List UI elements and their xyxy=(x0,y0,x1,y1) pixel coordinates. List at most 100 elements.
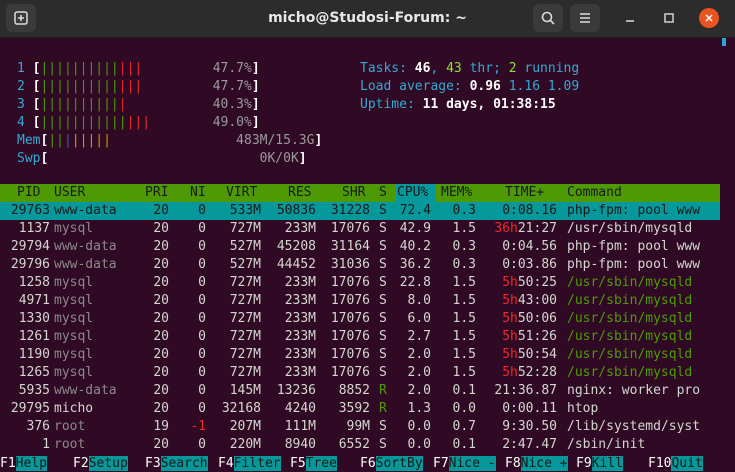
cell-virt: 727M xyxy=(229,221,261,236)
cell-virt: 727M xyxy=(229,275,261,290)
htop-view[interactable]: 1 [||||||||||||| 47.7%] 2 [|||||||||||||… xyxy=(0,38,735,472)
cell-ni: 0 xyxy=(198,239,206,254)
table-row[interactable]: 5935 www-data 20 0 145M 13236 8852 R 2.0 0.1 21:36… xyxy=(0,382,720,400)
cell-cpu: 36.2 xyxy=(399,257,431,272)
cell-mem: 1.5 xyxy=(452,365,476,380)
cell-ni: 0 xyxy=(198,365,206,380)
table-row[interactable]: 1190 mysql 20 0 727M 233M 17076 S 2.0 1.5 5h50:54 /… xyxy=(0,346,720,364)
maximize-button[interactable] xyxy=(659,8,679,28)
cell-res: 45208 xyxy=(276,239,316,254)
table-row[interactable]: 376 root 19 -1 207M 111M 99M S 0.0 0.7 9:30.50/lib… xyxy=(0,418,720,436)
cell-pid: 1261 xyxy=(18,329,50,344)
cell-user: www-data xyxy=(54,239,117,254)
table-row[interactable]: 1265 mysql 20 0 727M 233M 17076 S 2.0 1.5 5h52:28 /… xyxy=(0,364,720,382)
fkey-f6[interactable]: F6SortBy xyxy=(360,455,423,472)
cell-cpu: 6.0 xyxy=(407,311,431,326)
cell-time: 36h21:27 xyxy=(494,220,557,238)
cell-virt: 527M xyxy=(229,257,261,272)
table-row[interactable]: 29796 www-data 20 0 527M 44452 31036 S 36.2 0.3 0:… xyxy=(0,256,720,274)
cell-time: 5h50:54 xyxy=(502,346,557,364)
cell-pid: 1330 xyxy=(18,311,50,326)
cell-virt: 533M xyxy=(229,203,261,218)
cell-time: 2:47.47 xyxy=(502,437,557,452)
cell-ni: 0 xyxy=(198,293,206,308)
cell-mem: 0.0 xyxy=(452,401,476,416)
cell-s: S xyxy=(379,437,387,452)
cell-ni: 0 xyxy=(198,275,206,290)
new-tab-icon xyxy=(14,11,28,25)
col-res[interactable]: RES xyxy=(288,184,311,202)
fkey-f5[interactable]: F5Tree xyxy=(290,455,337,472)
col-time[interactable]: TIME+ xyxy=(505,184,544,202)
table-row[interactable]: 29763 www-data 20 0 533M 50836 31228 S 72.4 0.3 0:… xyxy=(0,202,720,220)
table-row[interactable]: 4971 mysql 20 0 727M 233M 17076 S 8.0 1.5 5h43:00 /… xyxy=(0,292,720,310)
cell-res: 4240 xyxy=(284,401,316,416)
col-pid[interactable]: PID xyxy=(17,184,40,202)
cell-time-rest: 43:00 xyxy=(517,293,557,308)
terminal-window: micho@Studosi-Forum: ~ 1 [||||||||||||| … xyxy=(0,0,735,472)
table-row[interactable]: 1261 mysql 20 0 727M 233M 17076 S 2.7 1.5 5h51:26 /… xyxy=(0,328,720,346)
cell-time-hours: 5h xyxy=(502,293,518,308)
fkey-f8[interactable]: F8Nice + xyxy=(505,455,568,472)
fkey-f10[interactable]: F10Quit xyxy=(648,455,703,472)
fkey-f9[interactable]: F9Kill xyxy=(576,455,623,472)
cell-user: mysql xyxy=(54,293,94,308)
menu-button[interactable] xyxy=(570,4,600,32)
new-tab-button[interactable] xyxy=(6,4,36,32)
table-row[interactable]: 29795 micho 20 0 32168 4240 3592 R 1.3 0.0 0:00.11… xyxy=(0,400,720,418)
table-row[interactable]: 1 root 20 0 220M 8940 6552 S 0.0 0.1 2:47.47/sbin/… xyxy=(0,436,720,454)
cell-s: S xyxy=(379,419,387,434)
cell-cpu: 40.2 xyxy=(399,239,431,254)
cell-shr: 17076 xyxy=(330,311,370,326)
cell-user: mysql xyxy=(54,275,94,290)
cell-time: 5h51:26 xyxy=(502,328,557,346)
cell-time: 9:30.50 xyxy=(502,419,557,434)
cell-pid: 1258 xyxy=(18,275,50,290)
col-user[interactable]: USER xyxy=(54,184,85,202)
cell-ni: 0 xyxy=(198,401,206,416)
cell-cmd: /lib/systemd/syst xyxy=(567,419,701,434)
cell-s: S xyxy=(379,365,387,380)
maximize-icon xyxy=(664,13,674,23)
cell-pri: 20 xyxy=(153,239,169,254)
close-button[interactable] xyxy=(699,8,719,28)
cell-virt: 727M xyxy=(229,329,261,344)
col-virt[interactable]: VIRT xyxy=(226,184,257,202)
fkey-f1[interactable]: F1Help xyxy=(0,455,47,472)
fkey-f7[interactable]: F7Nice - xyxy=(433,455,496,472)
table-row[interactable]: 1137 mysql 20 0 727M 233M 17076 S 42.9 1.5 36h21:2… xyxy=(0,220,720,238)
cell-shr: 8852 xyxy=(338,383,370,398)
col-pri[interactable]: PRI xyxy=(145,184,168,202)
fkey-f2[interactable]: F2Setup xyxy=(73,455,128,472)
cell-res: 13236 xyxy=(276,383,316,398)
fkey-f4[interactable]: F4Filter xyxy=(218,455,281,472)
minimize-button[interactable] xyxy=(620,8,640,28)
col-state[interactable]: S xyxy=(379,184,387,202)
fkey-label: Search xyxy=(160,456,208,471)
swp-meter: Swp[ 0K/0K] xyxy=(17,151,307,166)
fkey-label: Setup xyxy=(88,456,128,471)
cell-s: S xyxy=(379,221,387,236)
search-button[interactable] xyxy=(533,4,563,32)
cell-s: S xyxy=(379,275,387,290)
fkey-f3[interactable]: F3Search xyxy=(145,455,208,472)
cell-cmd: /usr/sbin/mysqld xyxy=(567,365,693,380)
cell-virt: 220M xyxy=(229,437,261,452)
cell-mem: 1.5 xyxy=(452,275,476,290)
cell-cmd: nginx: worker pro xyxy=(567,383,701,398)
cell-time-rest: 50:06 xyxy=(517,311,557,326)
table-row[interactable]: 29794 www-data 20 0 527M 45208 31164 S 40.2 0.3 0:… xyxy=(0,238,720,256)
table-row[interactable]: 1258 mysql 20 0 727M 233M 17076 S 22.8 1.5 5h50:25… xyxy=(0,274,720,292)
col-ni[interactable]: NI xyxy=(190,184,206,202)
col-mem[interactable]: MEM% xyxy=(441,184,472,202)
cell-cmd: /usr/sbin/mysqld xyxy=(567,221,693,236)
cell-user: www-data xyxy=(54,203,117,218)
col-shr[interactable]: SHR xyxy=(342,184,365,202)
table-row[interactable]: 1330 mysql 20 0 727M 233M 17076 S 6.0 1.5 5h50:06 /… xyxy=(0,310,720,328)
cell-cpu: 42.9 xyxy=(399,221,431,236)
col-command[interactable]: Command xyxy=(567,184,622,202)
cell-cpu: 72.4 xyxy=(399,203,431,218)
col-cpu[interactable]: CPU% xyxy=(397,184,428,202)
cell-cpu: 8.0 xyxy=(407,293,431,308)
cell-ni: -1 xyxy=(190,419,206,434)
